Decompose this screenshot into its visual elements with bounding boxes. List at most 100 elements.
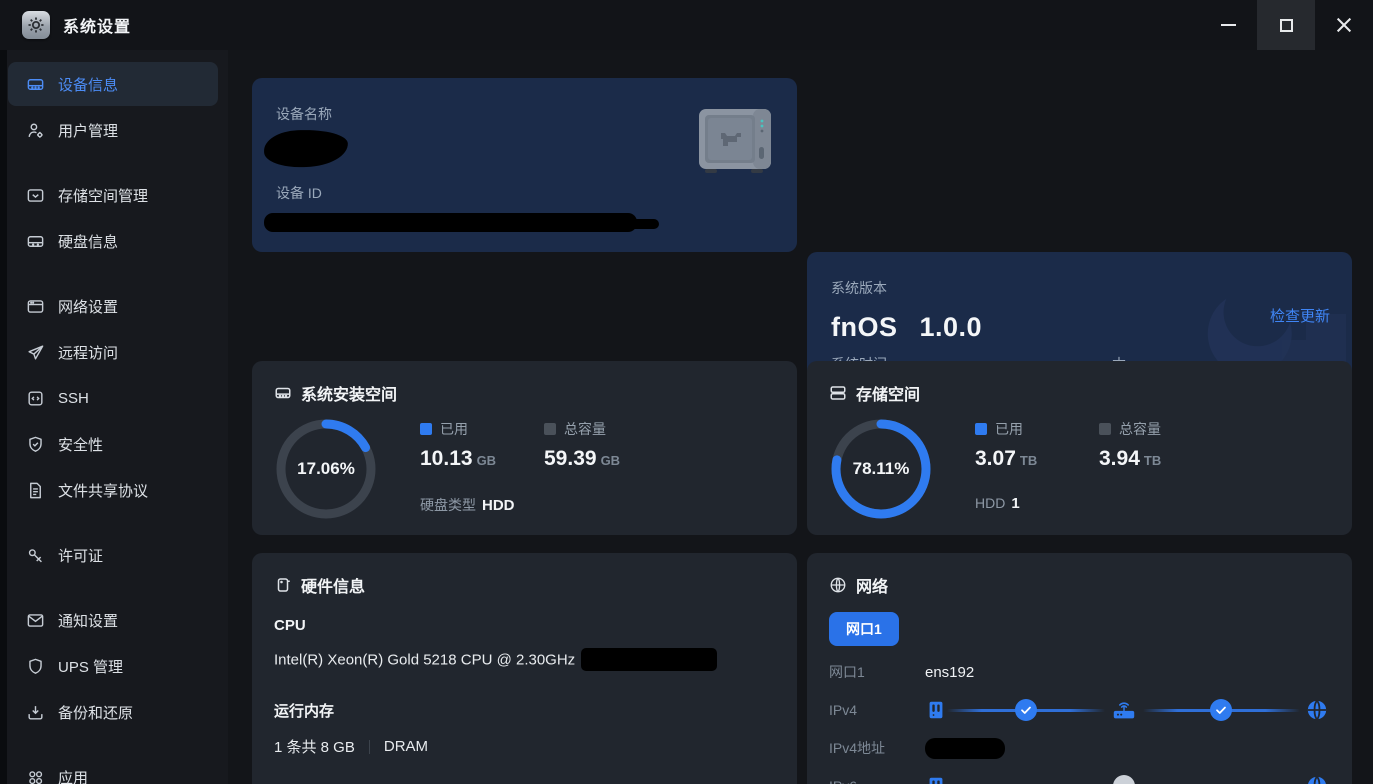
close-button[interactable] — [1315, 0, 1373, 50]
maximize-icon — [1279, 18, 1293, 32]
used-value: 10.13 GB — [420, 447, 544, 471]
total-legend-swatch — [544, 423, 556, 435]
sidebar-item-storage-management[interactable]: 存储空间管理 — [8, 173, 218, 217]
minimize-icon — [1220, 24, 1236, 26]
sidebar-item-backup-restore[interactable]: 备份和还原 — [8, 690, 218, 734]
used-unit: TB — [1019, 453, 1038, 468]
nas-drive-icon — [25, 74, 45, 94]
used-legend-swatch — [975, 423, 987, 435]
close-icon — [1336, 17, 1352, 33]
sidebar-item-label: UPS 管理 — [58, 658, 124, 676]
sidebar-item-ups[interactable]: UPS 管理 — [8, 644, 218, 688]
system-space-donut: 17.06% — [274, 417, 378, 521]
sidebar-item-device-info[interactable]: 设备信息 — [8, 62, 218, 106]
total-unit: GB — [600, 453, 621, 468]
sidebar-item-file-sharing[interactable]: 文件共享协议 — [8, 468, 218, 512]
cpu-value-row: Intel(R) Xeon(R) Gold 5218 CPU @ 2.30GHz — [274, 648, 775, 672]
drive-icon — [274, 384, 292, 402]
storage-box-icon — [25, 185, 45, 205]
ipv4-segment-2 — [1142, 698, 1300, 721]
hardware-info-card: 硬件信息 CPU Intel(R) Xeon(R) Gold 5218 CPU … — [252, 553, 797, 784]
titlebar: 系统设置 — [0, 0, 1373, 50]
disk-type-row: 硬盘类型 HDD — [420, 495, 668, 515]
divider — [368, 739, 370, 754]
card-title: 系统安装空间 — [301, 387, 398, 404]
maximize-button[interactable] — [1257, 0, 1315, 50]
backup-tray-icon — [25, 702, 45, 722]
browser-window-icon — [25, 296, 45, 316]
ipv6-label: IPv6 — [829, 778, 925, 784]
internet-globe-icon — [1306, 699, 1328, 721]
used-number: 10.13 — [420, 447, 473, 470]
storage-space-card: 存储空间 78.11% 已用 3.07 TB 总容量 3.94 TB HDD 1 — [807, 361, 1352, 535]
used-value: 3.07 TB — [975, 447, 1099, 471]
total-label: 总容量 — [564, 421, 606, 437]
ipv6-connection-diagram — [925, 774, 1328, 784]
nas-device-illustration — [695, 107, 775, 180]
sidebar-item-notifications[interactable]: 通知设置 — [8, 598, 218, 642]
sidebar-item-network-settings[interactable]: 网络设置 — [8, 284, 218, 328]
sidebar-item-apps[interactable]: 应用 — [8, 755, 218, 784]
sidebar-item-label: 安全性 — [58, 436, 104, 454]
mail-icon — [25, 610, 45, 630]
user-gear-icon — [25, 120, 45, 140]
ram-value-row: 1 条共 8 GB DRAM — [274, 736, 775, 757]
sidebar-item-user-management[interactable]: 用户管理 — [8, 108, 218, 152]
os-version-number: 1.0.0 — [919, 312, 983, 342]
ipv4-segment-1 — [947, 698, 1105, 721]
card-title: 网络 — [856, 579, 889, 596]
device-info-card: 设备名称 设备 ID — [252, 78, 797, 252]
total-value: 59.39 GB — [544, 447, 668, 471]
ipv4-connection-diagram — [925, 698, 1328, 722]
sidebar-item-ssh[interactable]: SSH — [8, 376, 218, 420]
total-legend-swatch — [1099, 423, 1111, 435]
key-icon — [25, 545, 45, 565]
chip-icon — [274, 576, 292, 594]
shield-icon — [25, 656, 45, 676]
hdd-label: HDD — [975, 495, 1006, 511]
sidebar-item-label: 远程访问 — [58, 344, 119, 362]
port-label: 网口1 — [829, 664, 865, 680]
sidebar-item-label: SSH — [58, 389, 89, 407]
sidebar-item-label: 设备信息 — [58, 76, 119, 94]
nas-icon — [925, 699, 947, 721]
donut-percent: 78.11% — [852, 459, 910, 478]
sidebar-item-disk-info[interactable]: 硬盘信息 — [8, 219, 218, 263]
device-id-label: 设备 ID — [276, 185, 322, 201]
apps-grid-icon — [25, 767, 45, 784]
sidebar-item-license[interactable]: 许可证 — [8, 533, 218, 577]
ram-type: DRAM — [383, 738, 429, 755]
ipv4-label: IPv4 — [829, 702, 858, 718]
sidebar-item-label: 许可证 — [58, 547, 104, 565]
total-number: 3.94 — [1099, 447, 1140, 470]
minimize-button[interactable] — [1199, 0, 1257, 50]
device-id-redacted — [264, 213, 659, 232]
ipv4-address-row: IPv4地址 — [829, 736, 1330, 760]
ram-value: 1 条共 8 GB — [274, 739, 355, 756]
shield-check-icon — [25, 434, 45, 454]
total-label: 总容量 — [1119, 421, 1161, 437]
used-unit: GB — [476, 453, 497, 468]
network-card: 网络 网口1 网口1 ens192 IPv4 IPv4地址 — [807, 553, 1352, 784]
sidebar-item-label: 存储空间管理 — [58, 187, 149, 205]
sidebar-item-security[interactable]: 安全性 — [8, 422, 218, 466]
hdd-count: 1 — [1011, 495, 1020, 512]
port-1-button[interactable]: 网口1 — [829, 612, 899, 646]
check-circle-icon — [1014, 698, 1037, 721]
check-update-link[interactable]: 检查更新 — [1270, 305, 1330, 326]
stacked-drives-icon — [829, 384, 847, 402]
sidebar-item-label: 文件共享协议 — [58, 482, 149, 500]
total-value: 3.94 TB — [1099, 447, 1223, 471]
sidebar-item-label: 应用 — [58, 769, 89, 784]
used-label: 已用 — [440, 421, 468, 437]
sidebar-item-remote-access[interactable]: 远程访问 — [8, 330, 218, 374]
cpu-value: Intel(R) Xeon(R) Gold 5218 CPU @ 2.30GHz — [274, 651, 576, 669]
ipv4-address-redacted — [925, 737, 1005, 759]
app-gear-icon — [22, 11, 50, 39]
port-value: ens192 — [925, 663, 975, 681]
sidebar: 设备信息 用户管理 存储空间管理 硬盘信息 网络设置 远程访问 SSH 安全性 … — [7, 50, 228, 784]
disabled-minus-icon — [1112, 774, 1135, 784]
sidebar-item-label: 硬盘信息 — [58, 233, 119, 251]
cpu-label: CPU — [274, 617, 306, 634]
globe-icon — [829, 576, 847, 594]
